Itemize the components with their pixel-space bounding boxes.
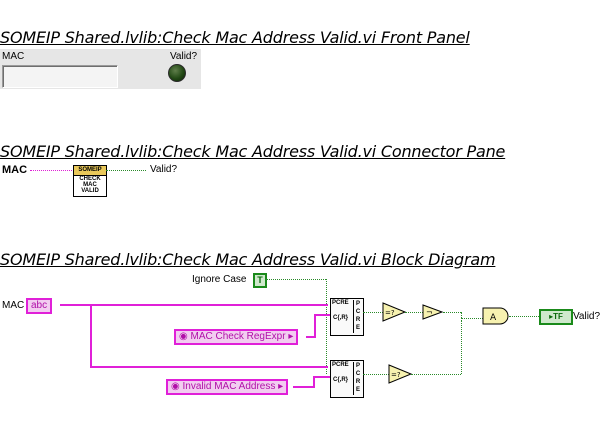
not-out-wire — [443, 312, 461, 313]
connector-output-label: Valid? — [150, 164, 178, 175]
mac-wire-main — [60, 304, 328, 306]
connector-icon-line-3: VALID — [81, 188, 99, 194]
valid-indicator-label: Valid? — [170, 51, 198, 62]
compare-1-text: =? — [385, 309, 395, 317]
pcre-match-node-2[interactable]: PCRE C{,R} PCRE — [330, 360, 364, 398]
regex-1-wire-in — [314, 314, 330, 316]
globe-icon: ◉ — [179, 331, 188, 342]
regex-constant-2[interactable]: ◉ Invalid MAC Address ▸ — [166, 379, 289, 395]
pcre-node-1-sub: C{,R} — [333, 315, 349, 321]
regex-2-wire-in — [313, 376, 330, 378]
not-text: ¬ — [426, 308, 433, 317]
compare-node-2[interactable]: =? — [388, 364, 412, 384]
regex-1-wire-v — [314, 314, 316, 337]
not-out-wire-h2 — [461, 318, 483, 319]
pcre-1-out-wire — [363, 312, 383, 313]
pcre-2-out-wire — [363, 374, 389, 375]
front-panel-title: SOMEIP Shared.lvlib:Check Mac Address Va… — [0, 28, 470, 47]
pcre-node-1-column: PCRE — [353, 300, 362, 333]
front-panel: MAC Valid? — [0, 49, 201, 89]
bd-mac-label: MAC — [2, 300, 25, 311]
pcre-node-1-label: PCRE — [332, 300, 349, 306]
regex-constant-1-text: MAC Check RegExpr — [190, 331, 286, 342]
pcre-node-2-label: PCRE — [332, 362, 349, 368]
mac-control-label: MAC — [2, 51, 25, 62]
pcre-node-2-column: PCRE — [353, 362, 362, 395]
globe-icon: ◉ — [171, 381, 180, 392]
regex-2-wire — [293, 386, 315, 388]
pcre-match-node-1[interactable]: PCRE C{,R} PCRE — [330, 298, 364, 336]
valid-led-indicator — [168, 64, 186, 82]
valid-output-terminal[interactable]: ▸TF — [539, 309, 573, 325]
ignore-case-constant[interactable]: T — [253, 273, 267, 288]
mac-string-control[interactable] — [2, 65, 118, 88]
connector-icon-header: SOMEIP — [74, 166, 106, 176]
ignore-case-wire-h — [266, 279, 326, 280]
compare-2-out-wire — [411, 374, 461, 375]
compare-2-out-wire-v — [461, 320, 462, 374]
and-text: A — [490, 313, 497, 323]
connector-input-label: MAC — [2, 164, 28, 176]
mac-input-terminal[interactable]: abc — [26, 298, 53, 314]
ignore-case-wire-v — [326, 279, 327, 374]
connector-subvi-icon: SOMEIP CHECK MAC VALID — [73, 165, 107, 197]
arrow-right-icon: ▸ — [278, 381, 284, 392]
regex-constant-2-text: Invalid MAC Address — [182, 381, 276, 392]
block-diagram-title: SOMEIP Shared.lvlib:Check Mac Address Va… — [0, 250, 496, 269]
connector-pane-title: SOMEIP Shared.lvlib:Check Mac Address Va… — [0, 142, 506, 161]
connector-output-wire — [106, 170, 146, 171]
arrow-right-icon: ▸ — [288, 331, 294, 342]
and-node[interactable]: A — [482, 307, 510, 325]
mac-wire-branch-v — [90, 304, 92, 368]
connector-input-wire — [30, 170, 72, 171]
pcre-node-2-sub: C{,R} — [333, 377, 349, 383]
bd-valid-label: Valid? — [573, 311, 601, 322]
regex-constant-1[interactable]: ◉ MAC Check RegExpr ▸ — [174, 329, 299, 345]
and-out-wire — [509, 316, 539, 317]
compare-1-out-wire — [405, 312, 423, 313]
ignore-case-label: Ignore Case — [192, 274, 247, 285]
compare-node-1[interactable]: =? — [382, 302, 406, 322]
compare-2-text: =? — [391, 371, 401, 379]
mac-wire-branch-h — [90, 366, 328, 368]
not-node[interactable]: ¬ — [422, 304, 444, 320]
